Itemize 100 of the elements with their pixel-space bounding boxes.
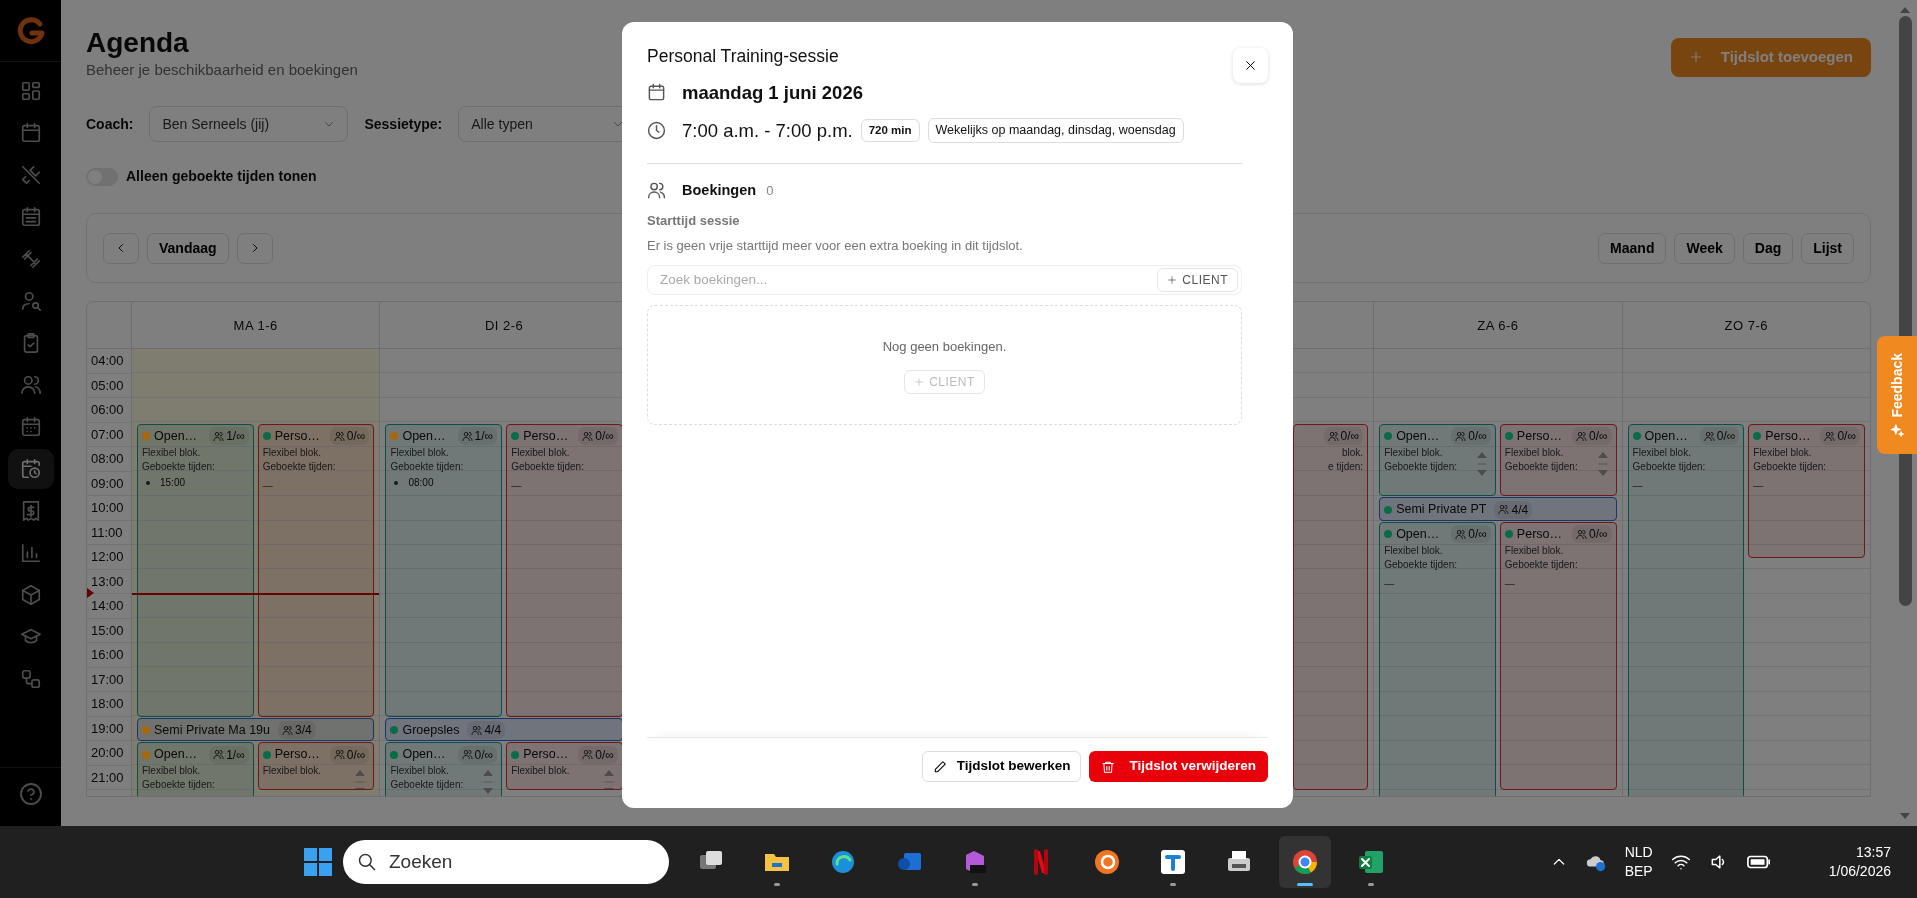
users-icon — [461, 430, 473, 442]
bullet-dot — [146, 481, 150, 486]
event-title: Groepsles — [402, 721, 460, 739]
event-text: Flexibel blok. — [390, 445, 450, 460]
toggle-label: Alleen geboekte tijden tonen — [126, 167, 317, 187]
event-title: Open… — [1644, 427, 1689, 445]
event-text: Flexibel blok. — [1384, 543, 1444, 558]
clock-icon — [647, 121, 666, 141]
event-text: Geboekte tijden: — [1504, 459, 1579, 474]
plus-icon — [1167, 275, 1178, 286]
dashboard-icon — [19, 80, 42, 102]
windows-start-icon[interactable] — [303, 847, 333, 877]
empty-bookings-mark: — — [262, 478, 274, 493]
coach-select[interactable]: Ben Serneels (jij) — [149, 106, 349, 143]
current-time-marker-icon — [87, 588, 94, 599]
feedback-tab[interactable]: Feedback — [1877, 336, 1917, 454]
event-text: Geboekte tijden: — [1632, 459, 1707, 474]
event-title: Perso… — [1765, 427, 1812, 445]
help-icon[interactable] — [18, 782, 43, 806]
empty-bookings-mark: — — [1753, 478, 1765, 493]
empty-bookings-mark: — — [1632, 478, 1644, 493]
section-label: Starttijd sessie — [647, 212, 741, 231]
session-date: maandag 1 juni 2026 — [682, 81, 863, 105]
event-text: Geboekte tijden: — [390, 778, 465, 793]
search-icon — [357, 852, 377, 872]
plus-icon — [1688, 50, 1703, 65]
taskbar-search-field[interactable]: Zoeken — [343, 840, 669, 884]
event-text: Flexibel blok. — [511, 445, 571, 460]
keyboard-layout[interactable]: BEP — [1624, 862, 1653, 881]
today-button[interactable]: Vandaag — [147, 232, 229, 264]
next-week-button[interactable] — [236, 232, 273, 264]
scroll-up-icon[interactable] — [1899, 6, 1911, 14]
add-client-button[interactable]: CLIENT — [1157, 268, 1238, 293]
users-icon — [1576, 528, 1587, 540]
page-subtitle: Beheer je beschikbaarheid en boekingen — [86, 59, 358, 80]
booked-time: 15:00 — [160, 476, 186, 488]
users-icon — [582, 430, 594, 442]
event-text: Flexibel blok. — [511, 764, 571, 779]
event-text: Flexibel blok. — [1753, 445, 1813, 460]
clock-time[interactable]: 13:57 — [1828, 843, 1891, 862]
chrome-icon — [1290, 847, 1320, 877]
users-icon — [333, 430, 345, 442]
dialog-title: Personal Training-sessie — [647, 46, 840, 67]
bookings-count: 0 — [766, 181, 774, 200]
input-language[interactable]: NLD — [1624, 843, 1653, 862]
event-title: Perso… — [523, 427, 570, 445]
calendar-list-icon — [19, 206, 42, 228]
edit-timeslot-button[interactable]: Tijdslot bewerken — [921, 751, 1082, 782]
workflow-icon — [19, 668, 42, 690]
clock-date[interactable]: 1/06/2026 — [1828, 862, 1891, 881]
event-title: Perso… — [523, 746, 570, 764]
view-button[interactable]: Lijst — [1801, 232, 1854, 264]
event-text: Geboekte tijden: — [511, 459, 585, 474]
users-icon — [1327, 430, 1339, 442]
users-icon — [1498, 504, 1510, 516]
pencil-icon — [932, 759, 947, 774]
event-text: Geboekte tijden: — [1504, 557, 1579, 572]
previous-week-button[interactable] — [103, 232, 139, 264]
trash-icon — [1101, 759, 1116, 774]
users-icon — [282, 724, 294, 736]
scroll-down-icon[interactable] — [1899, 812, 1911, 820]
view-button[interactable]: Maand — [1598, 232, 1667, 264]
users-icon — [471, 724, 483, 736]
session-time: 7:00 a.m. - 7:00 p.m. — [682, 118, 853, 143]
event-text: Geboekte tijden: — [142, 459, 216, 474]
users-icon — [1703, 430, 1715, 442]
filter-label: Coach: — [86, 114, 134, 134]
info-message: Er is geen vrije starttijd meer voor een extra boeking in dit tijdslot. — [647, 236, 1024, 255]
view-button[interactable]: Dag — [1742, 232, 1794, 264]
delete-timeslot-button[interactable]: Tijdslot verwijderen — [1089, 751, 1268, 782]
users-icon — [647, 180, 666, 200]
event-title: Perso… — [1516, 525, 1563, 543]
user-search-icon — [19, 290, 42, 312]
view-button[interactable]: Week — [1674, 232, 1735, 264]
users-icon — [1576, 430, 1587, 442]
users-icon — [1824, 430, 1836, 442]
event-text: Geboekte tijden: — [1384, 557, 1458, 572]
event-title: Perso… — [274, 746, 321, 764]
utensils-crossed-icon — [19, 164, 42, 186]
users-icon — [1455, 528, 1467, 540]
calendar-days-icon — [19, 416, 42, 438]
event-text: Flexibel blok. — [1632, 445, 1692, 460]
calendar-icon — [19, 122, 42, 144]
event-title: Open… — [154, 746, 199, 764]
event-text: Flexibel blok. — [1384, 445, 1444, 460]
bar-chart-icon — [19, 542, 42, 564]
event-text: Geboekte tijden: — [1384, 459, 1458, 474]
event-text: Flexibel blok. — [262, 445, 323, 460]
event-title: Perso… — [1516, 427, 1563, 445]
sidebar-item[interactable] — [7, 449, 54, 489]
booking-search-field[interactable]: Zoek boekingen... CLIENT — [647, 265, 1242, 296]
bullet-dot — [394, 481, 399, 486]
day-header: DI 2-6 — [484, 316, 524, 335]
taskbar-app[interactable] — [1279, 836, 1331, 888]
calendar-clock-icon — [19, 458, 42, 480]
empty-message: Nog geen boekingen. — [882, 337, 1007, 356]
event-text: Flexibel blok. — [142, 764, 202, 779]
event-text: Geboekte tijden: — [142, 778, 216, 793]
users-icon — [1455, 430, 1467, 442]
recurrence-tag: Wekelijks op maandag, dinsdag, woensdag — [927, 118, 1184, 143]
